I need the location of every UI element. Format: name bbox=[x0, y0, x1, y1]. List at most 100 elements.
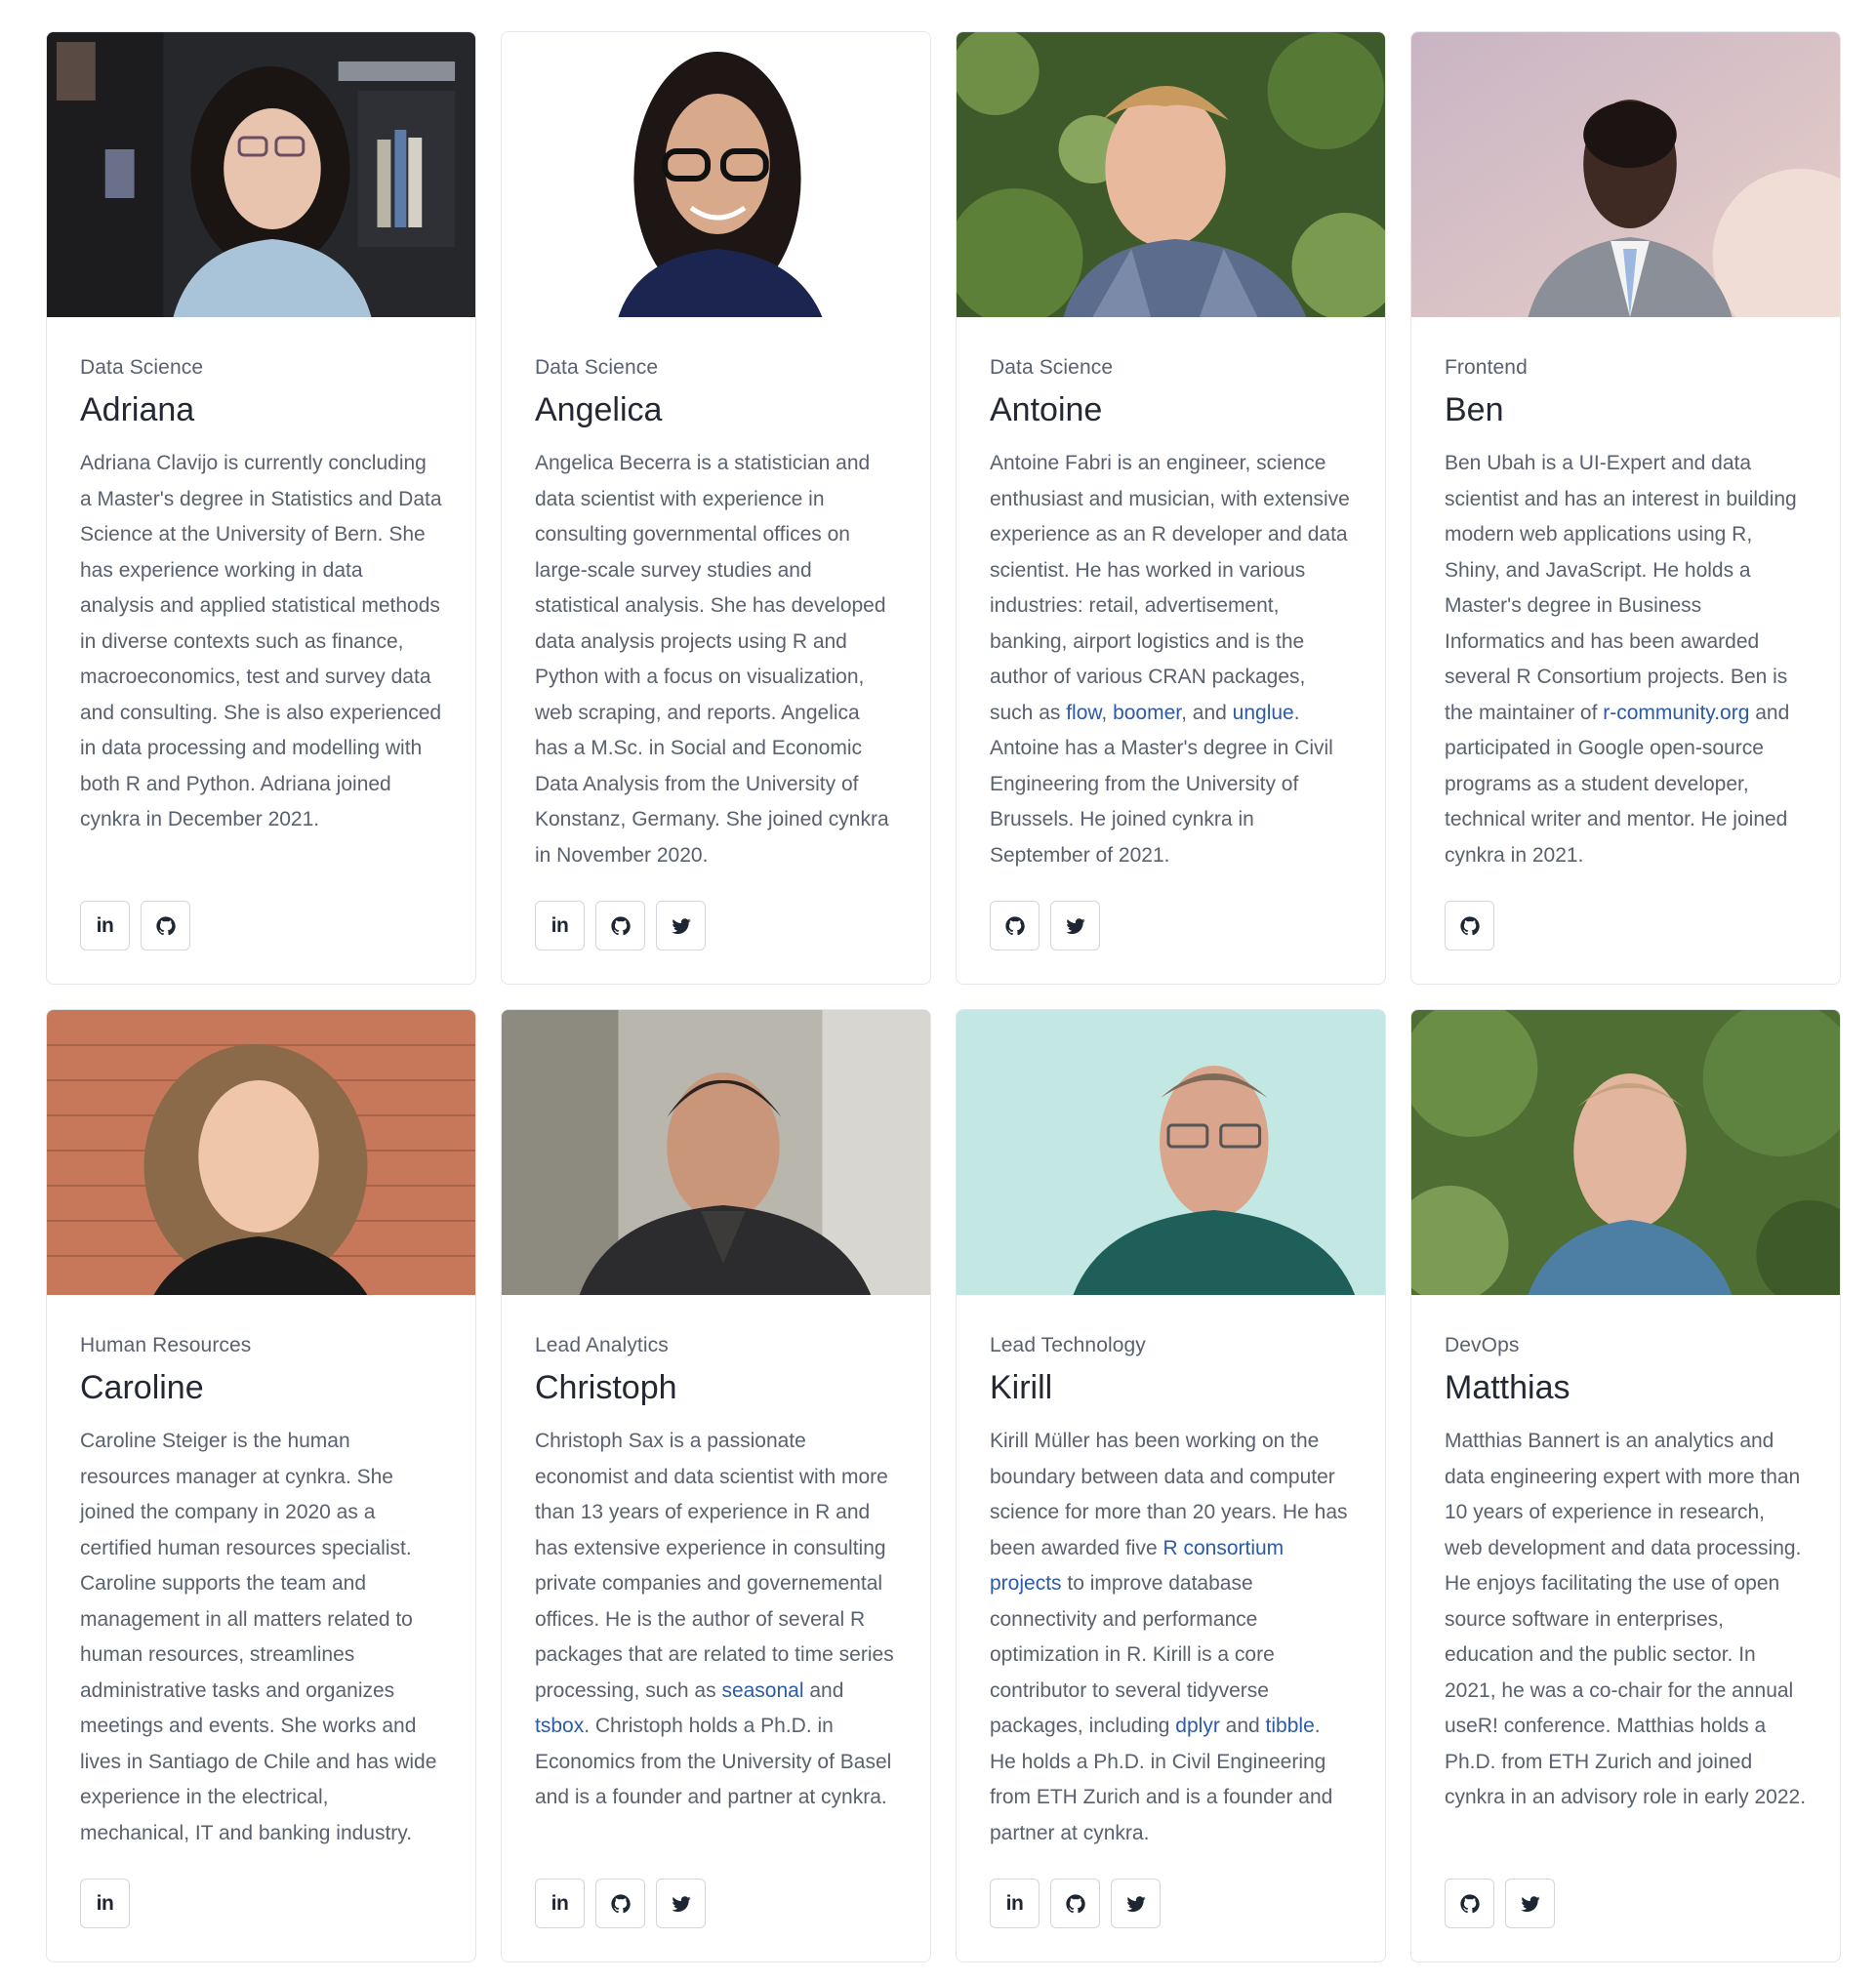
linkedin-button[interactable]: in bbox=[990, 1879, 1040, 1928]
bio-link[interactable]: tsbox bbox=[535, 1715, 584, 1737]
team-photo bbox=[502, 32, 930, 317]
team-department: Lead Analytics bbox=[535, 1334, 669, 1356]
team-name: Kirill bbox=[990, 1369, 1053, 1406]
team-card: Lead Analytics Christoph Christoph Sax i… bbox=[501, 1009, 931, 1962]
team-department: Data Science bbox=[80, 356, 204, 379]
twitter-button[interactable] bbox=[1111, 1879, 1161, 1928]
team-department: Lead Technology bbox=[990, 1334, 1146, 1356]
bio-link[interactable]: boomer bbox=[1113, 702, 1181, 724]
bio-text: Antoine Fabri is an engineer, science en… bbox=[990, 452, 1350, 724]
team-bio: Antoine Fabri is an engineer, science en… bbox=[990, 446, 1352, 867]
bio-text: and bbox=[1219, 1715, 1266, 1737]
team-department: Frontend bbox=[1445, 356, 1528, 379]
github-button[interactable] bbox=[1445, 1879, 1494, 1928]
team-name: Christoph bbox=[535, 1369, 677, 1406]
team-photo bbox=[47, 1010, 475, 1295]
twitter-button[interactable] bbox=[656, 1879, 706, 1928]
github-icon bbox=[1459, 915, 1481, 937]
linkedin-icon: in bbox=[551, 1891, 569, 1915]
team-photo bbox=[1411, 32, 1840, 317]
bio-text: Christoph Sax is a passionate economist … bbox=[535, 1430, 894, 1702]
bio-text: Angelica Becerra is a statistician and d… bbox=[535, 452, 889, 867]
twitter-button[interactable] bbox=[1050, 901, 1100, 950]
twitter-icon bbox=[1125, 1893, 1147, 1915]
team-bio: Angelica Becerra is a statistician and d… bbox=[535, 446, 897, 867]
team-department: DevOps bbox=[1445, 1334, 1520, 1356]
team-name: Ben bbox=[1445, 391, 1504, 428]
social-links: in bbox=[80, 1879, 130, 1928]
linkedin-icon: in bbox=[96, 913, 114, 937]
bio-link[interactable]: r-community.org bbox=[1603, 702, 1749, 724]
github-icon bbox=[155, 915, 177, 937]
bio-text: to improve database connectivity and per… bbox=[990, 1572, 1275, 1737]
team-bio: Christoph Sax is a passionate economist … bbox=[535, 1424, 897, 1814]
linkedin-button[interactable]: in bbox=[80, 1879, 130, 1928]
github-button[interactable] bbox=[595, 1879, 645, 1928]
bio-text: and bbox=[803, 1678, 844, 1702]
twitter-button[interactable] bbox=[1505, 1879, 1555, 1928]
team-card: Lead Technology Kirill Kirill Müller has… bbox=[956, 1009, 1386, 1962]
team-photo bbox=[957, 32, 1385, 317]
team-card: Data Science Angelica Angelica Becerra i… bbox=[501, 31, 931, 985]
twitter-icon bbox=[671, 915, 692, 937]
bio-link[interactable]: seasonal bbox=[721, 1679, 803, 1702]
github-button[interactable] bbox=[1050, 1879, 1100, 1928]
team-grid: Data Science Adriana Adriana Clavijo is … bbox=[46, 31, 1842, 1962]
team-photo bbox=[957, 1010, 1385, 1295]
team-department: Human Resources bbox=[80, 1334, 252, 1356]
team-photo bbox=[47, 32, 475, 317]
linkedin-icon: in bbox=[96, 1891, 114, 1915]
bio-text: , and bbox=[1181, 701, 1233, 724]
linkedin-icon: in bbox=[1005, 1891, 1024, 1915]
team-bio: Ben Ubah is a UI-Expert and data scienti… bbox=[1445, 446, 1807, 867]
team-name: Caroline bbox=[80, 1369, 204, 1406]
github-button[interactable] bbox=[141, 901, 190, 950]
team-card: Data Science Antoine Antoine Fabri is an… bbox=[956, 31, 1386, 985]
team-name: Matthias bbox=[1445, 1369, 1570, 1406]
bio-text: , bbox=[1101, 701, 1114, 724]
github-icon bbox=[1004, 915, 1026, 937]
linkedin-icon: in bbox=[551, 913, 569, 937]
twitter-icon bbox=[671, 1893, 692, 1915]
team-photo bbox=[1411, 1010, 1840, 1295]
social-links bbox=[1445, 1879, 1555, 1928]
team-department: Data Science bbox=[990, 356, 1114, 379]
github-icon bbox=[610, 915, 632, 937]
team-bio: Kirill Müller has been working on the bo… bbox=[990, 1424, 1352, 1844]
social-links: in bbox=[535, 1879, 706, 1928]
bio-link[interactable]: unglue bbox=[1233, 702, 1294, 724]
linkedin-button[interactable]: in bbox=[535, 1879, 585, 1928]
team-name: Adriana bbox=[80, 391, 195, 428]
bio-text: Ben Ubah is a UI-Expert and data scienti… bbox=[1445, 452, 1797, 724]
linkedin-button[interactable]: in bbox=[535, 901, 585, 950]
bio-link[interactable]: tibble bbox=[1266, 1715, 1315, 1737]
social-links: in bbox=[535, 901, 706, 950]
github-button[interactable] bbox=[595, 901, 645, 950]
github-icon bbox=[1065, 1893, 1086, 1915]
team-bio: Adriana Clavijo is currently concluding … bbox=[80, 446, 442, 836]
bio-text: Caroline Steiger is the human resources … bbox=[80, 1430, 437, 1844]
social-links: in bbox=[80, 901, 190, 950]
github-button[interactable] bbox=[1445, 901, 1494, 950]
github-button[interactable] bbox=[990, 901, 1040, 950]
bio-text: . Antoine has a Master's degree in Civil… bbox=[990, 701, 1333, 867]
linkedin-button[interactable]: in bbox=[80, 901, 130, 950]
team-department: Data Science bbox=[535, 356, 659, 379]
team-bio: Caroline Steiger is the human resources … bbox=[80, 1424, 442, 1844]
team-name: Antoine bbox=[990, 391, 1103, 428]
bio-link[interactable]: flow bbox=[1066, 702, 1101, 724]
team-card: Human Resources Caroline Caroline Steige… bbox=[46, 1009, 476, 1962]
bio-link[interactable]: dplyr bbox=[1175, 1715, 1220, 1737]
team-card: Frontend Ben Ben Ubah is a UI-Expert and… bbox=[1410, 31, 1841, 985]
social-links bbox=[990, 901, 1100, 950]
github-icon bbox=[1459, 1893, 1481, 1915]
social-links bbox=[1445, 901, 1494, 950]
team-card: Data Science Adriana Adriana Clavijo is … bbox=[46, 31, 476, 985]
twitter-button[interactable] bbox=[656, 901, 706, 950]
team-bio: Matthias Bannert is an analytics and dat… bbox=[1445, 1424, 1807, 1814]
team-name: Angelica bbox=[535, 391, 663, 428]
github-icon bbox=[610, 1893, 632, 1915]
team-card: DevOps Matthias Matthias Bannert is an a… bbox=[1410, 1009, 1841, 1962]
bio-text: and participated in Google open-source p… bbox=[1445, 701, 1790, 867]
bio-text: Adriana Clavijo is currently concluding … bbox=[80, 452, 442, 830]
